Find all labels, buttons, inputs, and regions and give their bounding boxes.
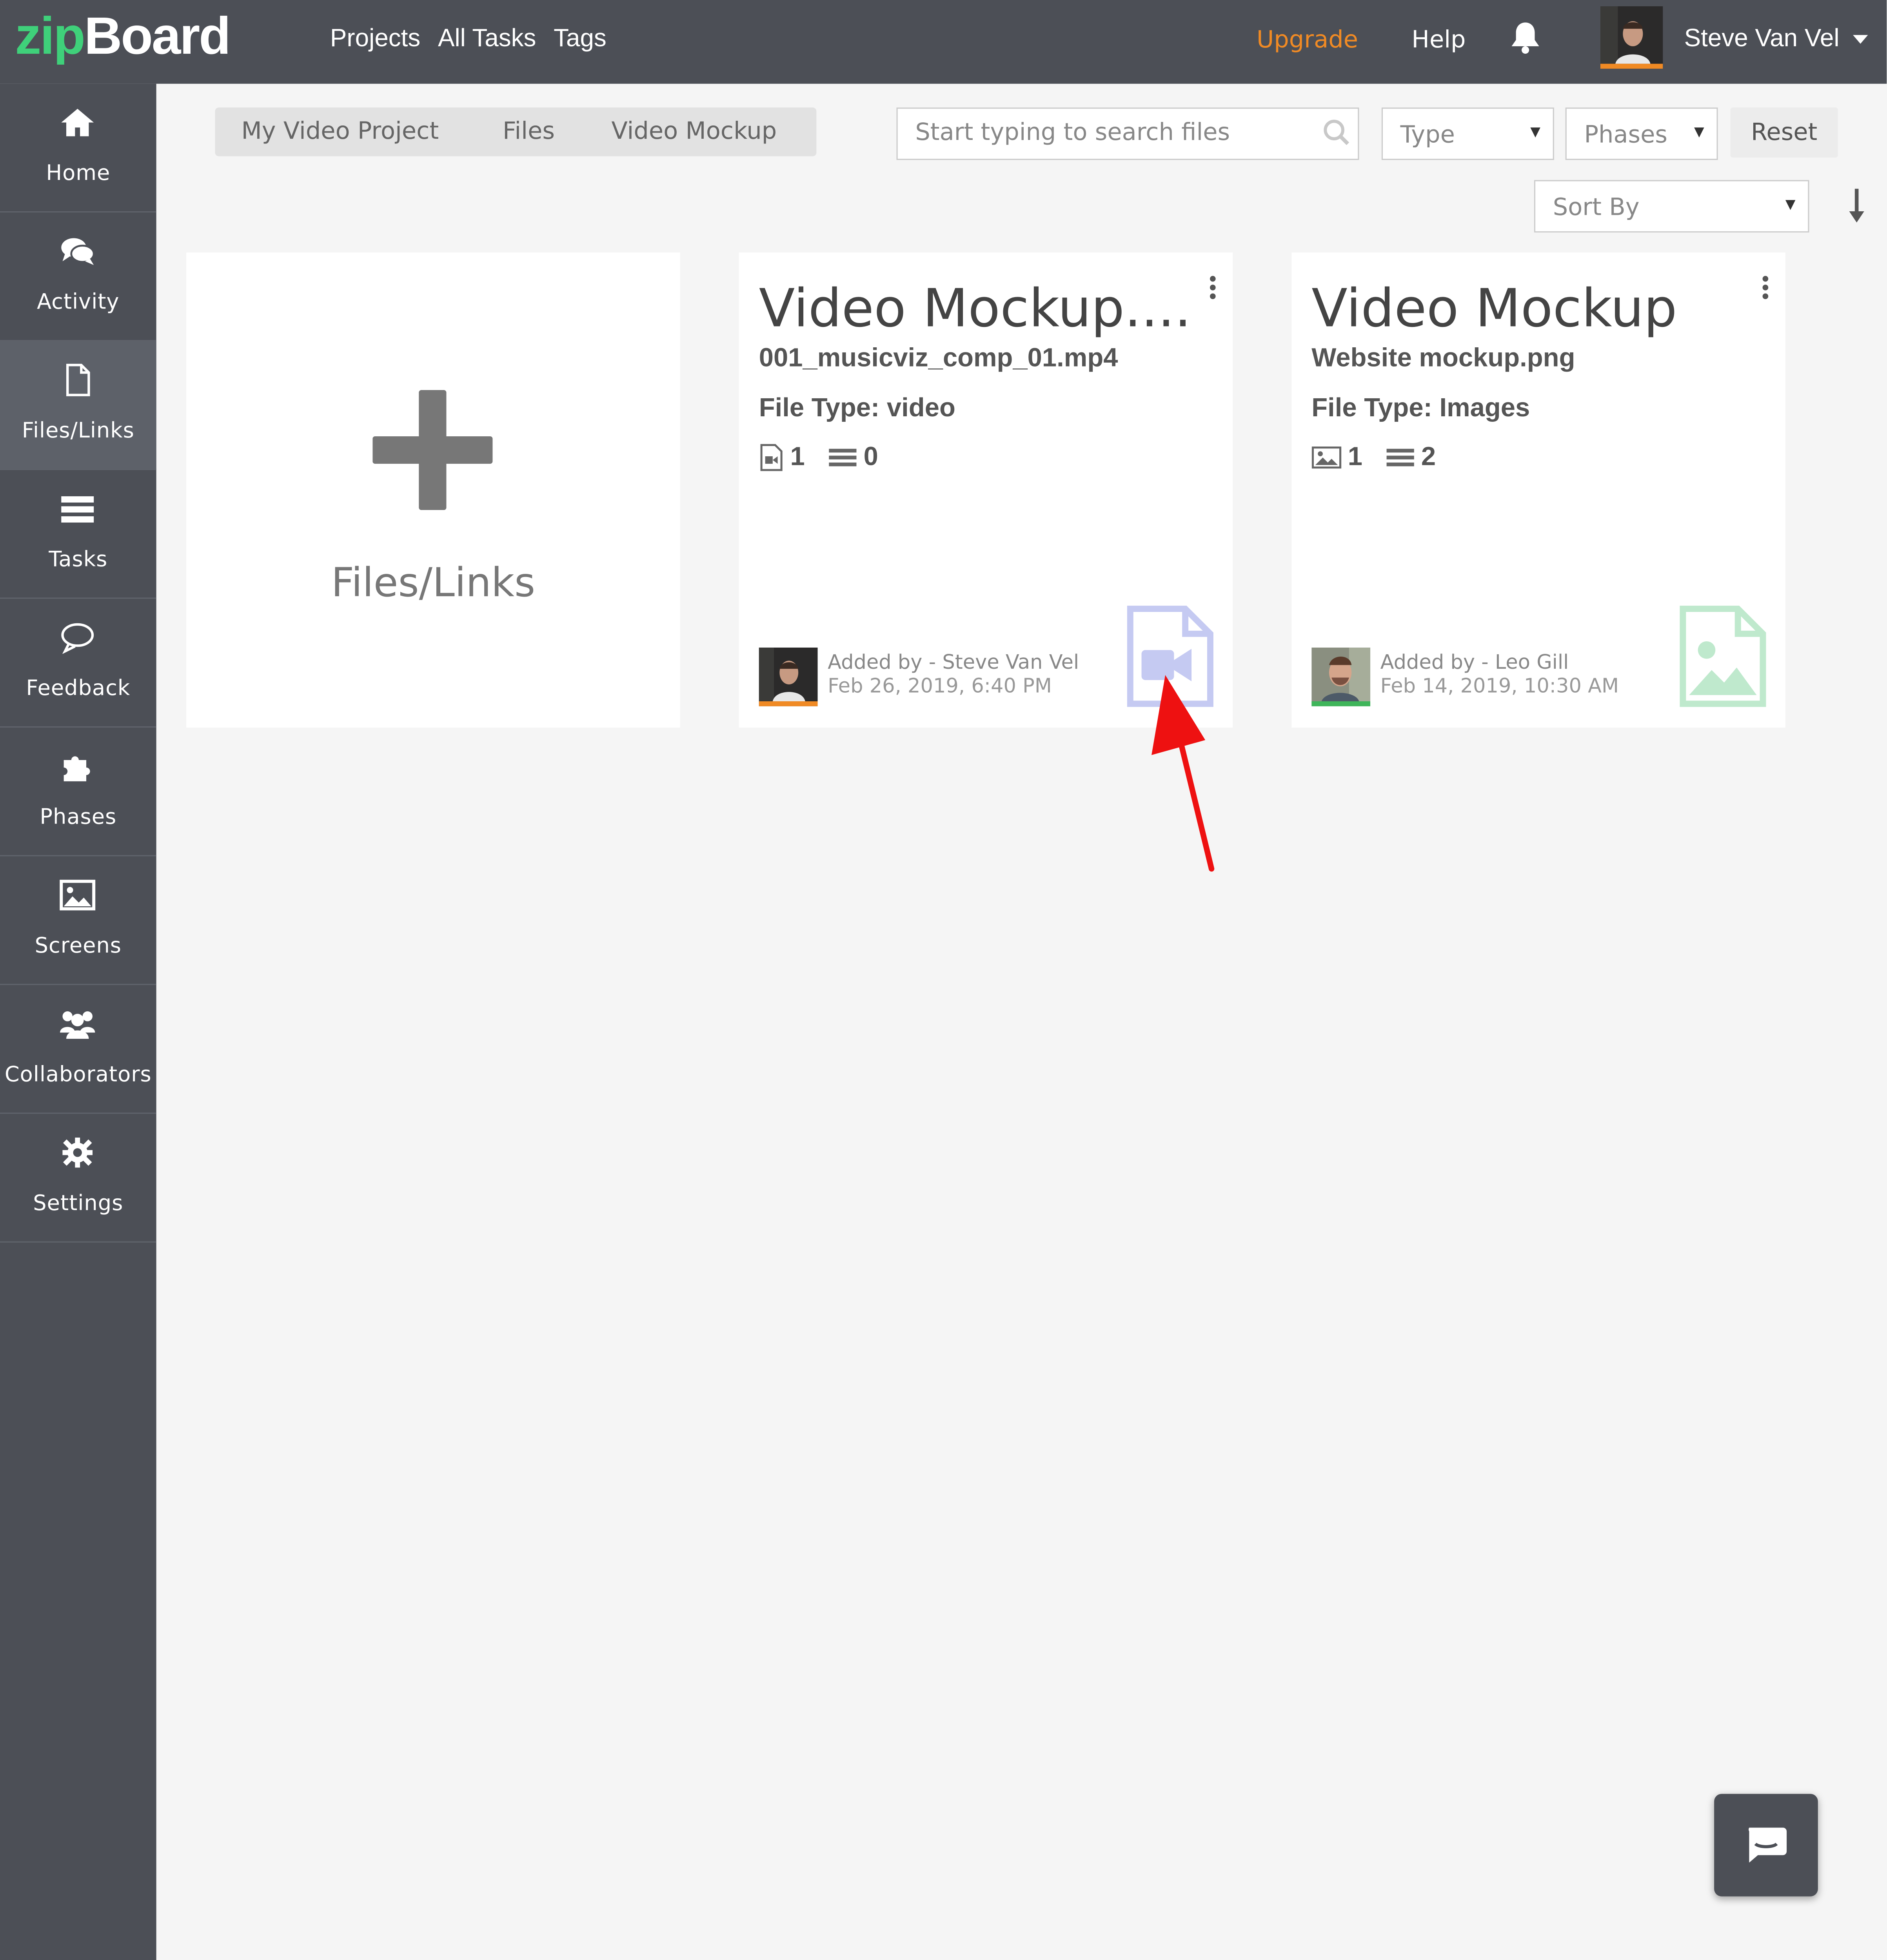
- image-small-icon: [1311, 446, 1342, 469]
- chevron-down-icon: [1785, 200, 1796, 210]
- sidebar-item-tasks[interactable]: Tasks: [0, 470, 156, 599]
- sidebar-item-label: Phases: [40, 805, 117, 830]
- versions-count: 1: [1348, 442, 1363, 472]
- sidebar-item-files-links[interactable]: Files/Links: [0, 341, 156, 470]
- file-card-image[interactable]: Video Mockup Website mockup.png File Typ…: [1291, 252, 1785, 728]
- file-card-title[interactable]: Video Mockup: [1311, 278, 1677, 339]
- tasks-small-icon: [828, 448, 856, 466]
- bell-icon[interactable]: [1509, 20, 1542, 60]
- image-file-icon[interactable]: [1679, 605, 1767, 707]
- sort-by-select-label: Sort By: [1553, 194, 1640, 221]
- tasks-count: 0: [863, 442, 878, 472]
- type-select-label: Type: [1400, 121, 1455, 149]
- upgrade-link[interactable]: Upgrade: [1257, 26, 1358, 54]
- reset-button[interactable]: Reset: [1730, 107, 1838, 158]
- chevron-down-icon: [1694, 127, 1704, 138]
- add-file-card[interactable]: Files/Links: [186, 252, 680, 728]
- sidebar-item-collaborators[interactable]: Collaborators: [0, 985, 156, 1114]
- file-icon: [66, 363, 90, 396]
- user-avatar[interactable]: [1600, 6, 1663, 69]
- video-file-icon[interactable]: [1126, 605, 1214, 707]
- nav-all-tasks[interactable]: All Tasks: [438, 25, 536, 54]
- sidebar-item-label: Home: [46, 161, 111, 187]
- sidebar-item-label: Feedback: [26, 676, 131, 702]
- app-root: zipBoard Projects All Tasks Tags Upgrade…: [0, 0, 1887, 1960]
- chat-widget-button[interactable]: [1714, 1794, 1818, 1896]
- sidebar: Home Activity Files/Links Tasks Feedback…: [0, 83, 156, 1960]
- video-file-small-icon: [760, 444, 783, 471]
- file-card-stats: 1 2: [1311, 443, 1458, 473]
- file-card-stats: 1 0: [759, 443, 901, 473]
- sidebar-item-label: Tasks: [49, 547, 108, 573]
- user-name[interactable]: Steve Van Vel: [1684, 25, 1840, 54]
- file-card-title[interactable]: Video Mockup....: [759, 278, 1191, 339]
- tasks-count: 2: [1421, 442, 1436, 472]
- added-date: Feb 26, 2019, 6:40 PM: [828, 673, 1052, 698]
- nav-tags[interactable]: Tags: [554, 25, 607, 54]
- sidebar-item-feedback[interactable]: Feedback: [0, 599, 156, 728]
- breadcrumb: My Video Project Files Video Mockup: [215, 107, 817, 156]
- sidebar-item-label: Screens: [35, 934, 122, 959]
- puzzle-icon: [64, 756, 90, 782]
- sort-direction-arrow-icon[interactable]: [1847, 187, 1867, 225]
- added-by: Added by - Steve Van Vel: [828, 650, 1079, 674]
- sidebar-item-home[interactable]: Home: [0, 84, 156, 213]
- sidebar-item-phases[interactable]: Phases: [0, 728, 156, 857]
- add-file-label: Files/Links: [331, 559, 536, 606]
- added-date: Feb 14, 2019, 10:30 AM: [1380, 673, 1619, 698]
- sidebar-item-settings[interactable]: Settings: [0, 1114, 156, 1243]
- breadcrumb-project[interactable]: My Video Project: [241, 118, 439, 145]
- sidebar-item-label: Files/Links: [22, 419, 134, 444]
- sidebar-item-screens[interactable]: Screens: [0, 856, 156, 985]
- search-icon[interactable]: [1323, 119, 1350, 146]
- avatar: [1311, 647, 1371, 706]
- top-nav: Projects All Tasks Tags: [330, 25, 607, 54]
- sidebar-item-label: Settings: [33, 1191, 123, 1216]
- tasks-icon: [61, 496, 94, 523]
- phases-select-label: Phases: [1584, 121, 1667, 149]
- search-input[interactable]: [915, 118, 1315, 147]
- breadcrumb-current-file[interactable]: Video Mockup: [611, 118, 777, 145]
- nav-projects[interactable]: Projects: [330, 25, 420, 54]
- comments-icon: [61, 238, 95, 265]
- kebab-menu-icon[interactable]: [1209, 275, 1217, 300]
- versions-count: 1: [790, 442, 805, 472]
- user-menu-chevron-down-icon[interactable]: [1853, 35, 1868, 44]
- sidebar-item-label: Activity: [37, 290, 120, 315]
- type-select[interactable]: Type: [1381, 107, 1554, 160]
- zipboard-logo[interactable]: zipBoard: [15, 5, 231, 67]
- file-card-filename: Website mockup.png: [1311, 343, 1575, 373]
- sidebar-item-activity[interactable]: Activity: [0, 212, 156, 341]
- chevron-down-icon: [1530, 127, 1540, 138]
- kebab-menu-icon[interactable]: [1762, 275, 1769, 300]
- top-bar: zipBoard Projects All Tasks Tags Upgrade…: [0, 0, 1887, 84]
- users-icon: [60, 1011, 95, 1039]
- file-card-filetype: File Type: Images: [1311, 394, 1530, 423]
- plus-icon: [372, 390, 493, 510]
- image-icon: [60, 880, 96, 911]
- logo-zip: zip: [15, 6, 85, 65]
- help-link[interactable]: Help: [1411, 26, 1466, 54]
- sidebar-item-label: Collaborators: [4, 1062, 152, 1088]
- breadcrumb-files[interactable]: Files: [503, 118, 555, 145]
- tasks-small-icon: [1386, 448, 1414, 466]
- file-card-video[interactable]: Video Mockup.... 001_musicviz_comp_01.mp…: [739, 252, 1233, 728]
- search-box: [896, 107, 1359, 160]
- chat-icon: [1749, 1828, 1787, 1863]
- phases-select[interactable]: Phases: [1565, 107, 1718, 160]
- chat-bubble-icon: [61, 623, 94, 654]
- avatar: [759, 647, 818, 706]
- sort-by-select[interactable]: Sort By: [1534, 180, 1809, 233]
- logo-board: Board: [84, 6, 231, 65]
- added-by: Added by - Leo Gill: [1380, 650, 1569, 674]
- home-icon: [61, 109, 94, 136]
- gear-icon: [62, 1137, 93, 1168]
- file-card-filename: 001_musicviz_comp_01.mp4: [759, 343, 1118, 373]
- file-card-filetype: File Type: video: [759, 394, 955, 423]
